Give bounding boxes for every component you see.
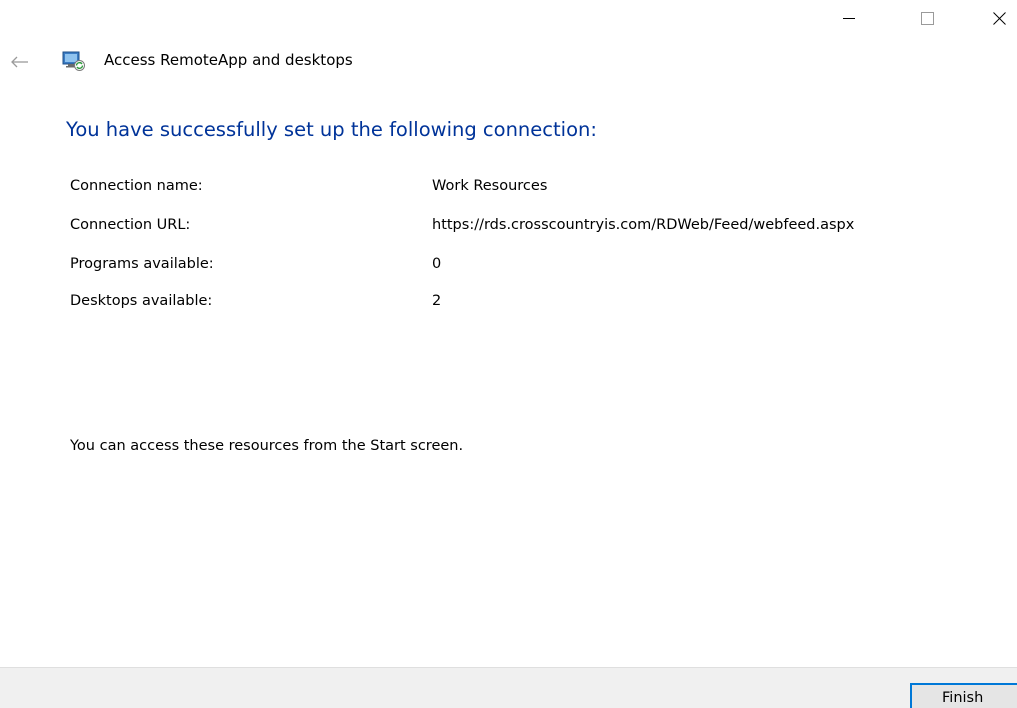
programs-available-value: 0: [432, 256, 442, 272]
desktops-available-label: Desktops available:: [70, 293, 213, 309]
connection-name-value: Work Resources: [432, 178, 548, 194]
finish-button[interactable]: Finish: [910, 683, 1017, 708]
close-icon: [993, 11, 1006, 25]
footer-bar: Finish: [0, 667, 1017, 708]
back-arrow-icon: [11, 56, 28, 68]
programs-available-label: Programs available:: [70, 256, 214, 272]
maximize-icon: [920, 11, 934, 25]
page-heading: You have successfully set up the followi…: [66, 118, 597, 141]
minimize-icon: [843, 18, 855, 19]
minimize-button[interactable]: [826, 0, 872, 36]
remoteapp-icon: [62, 51, 85, 71]
connection-url-label: Connection URL:: [70, 217, 191, 233]
start-screen-info: You can access these resources from the …: [70, 438, 464, 454]
connection-url-value: https://rds.crosscountryis.com/RDWeb/Fee…: [432, 217, 855, 233]
desktops-available-value: 2: [432, 293, 442, 309]
maximize-button[interactable]: [904, 0, 950, 36]
window-title: Access RemoteApp and desktops: [104, 51, 353, 69]
connection-name-label: Connection name:: [70, 178, 203, 194]
back-button[interactable]: [6, 50, 34, 74]
close-button[interactable]: [982, 0, 1017, 36]
remoteapp-setup-window: Access RemoteApp and desktops You have s…: [0, 0, 1017, 708]
